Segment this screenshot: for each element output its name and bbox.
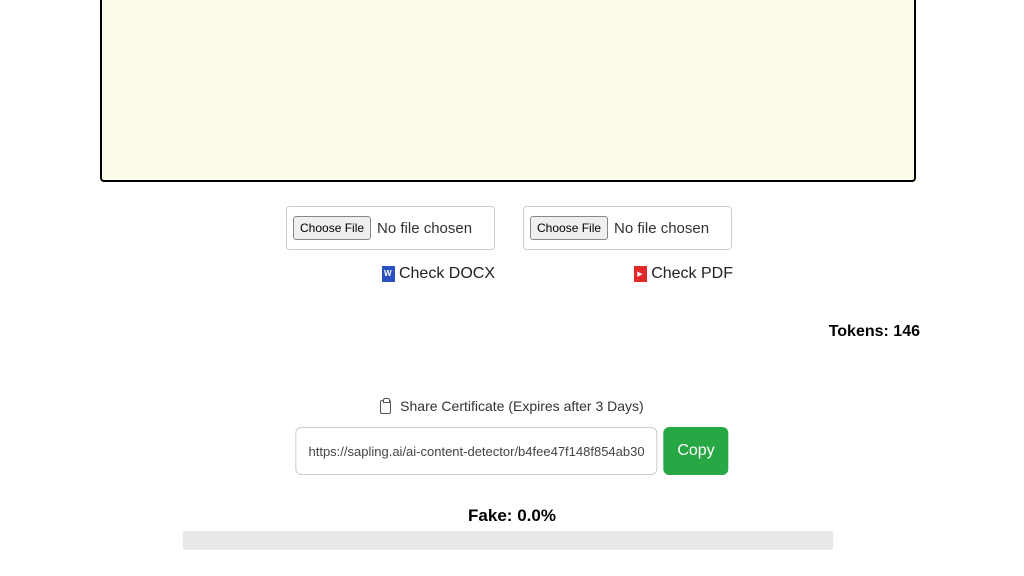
docx-file-status: No file chosen <box>377 220 472 237</box>
check-docx-text: Check DOCX <box>399 265 495 283</box>
word-icon <box>382 266 395 282</box>
clipboard-icon <box>380 400 391 414</box>
choose-pdf-file-button[interactable]: Choose File <box>530 216 608 240</box>
check-labels-row: Check DOCX Check PDF <box>286 265 733 283</box>
share-url-input[interactable] <box>295 427 657 475</box>
tokens-label: Tokens: <box>829 323 889 340</box>
choose-docx-file-button[interactable]: Choose File <box>293 216 371 240</box>
check-docx-label: Check DOCX <box>286 265 495 283</box>
check-pdf-text: Check PDF <box>651 265 733 283</box>
tokens-value: 146 <box>893 323 920 340</box>
check-pdf-label: Check PDF <box>524 265 733 283</box>
docx-file-input-group: Choose File No file chosen <box>286 206 495 250</box>
fake-label: Fake: <box>468 506 512 525</box>
share-text: Share Certificate (Expires after 3 Days) <box>400 398 644 414</box>
fake-value: 0.0% <box>517 506 556 525</box>
fake-progress-bar <box>183 531 833 550</box>
pdf-file-input-group: Choose File No file chosen <box>523 206 732 250</box>
copy-button[interactable]: Copy <box>663 427 728 475</box>
share-certificate-label: Share Certificate (Expires after 3 Days) <box>0 398 1024 414</box>
tokens-counter: Tokens: 146 <box>829 323 920 341</box>
pdf-icon <box>634 266 647 282</box>
pdf-file-status: No file chosen <box>614 220 709 237</box>
fake-score: Fake: 0.0% <box>0 506 1024 526</box>
content-textarea[interactable] <box>100 0 916 182</box>
file-upload-row: Choose File No file chosen Choose File N… <box>286 206 732 250</box>
share-url-row: Copy <box>295 427 728 475</box>
